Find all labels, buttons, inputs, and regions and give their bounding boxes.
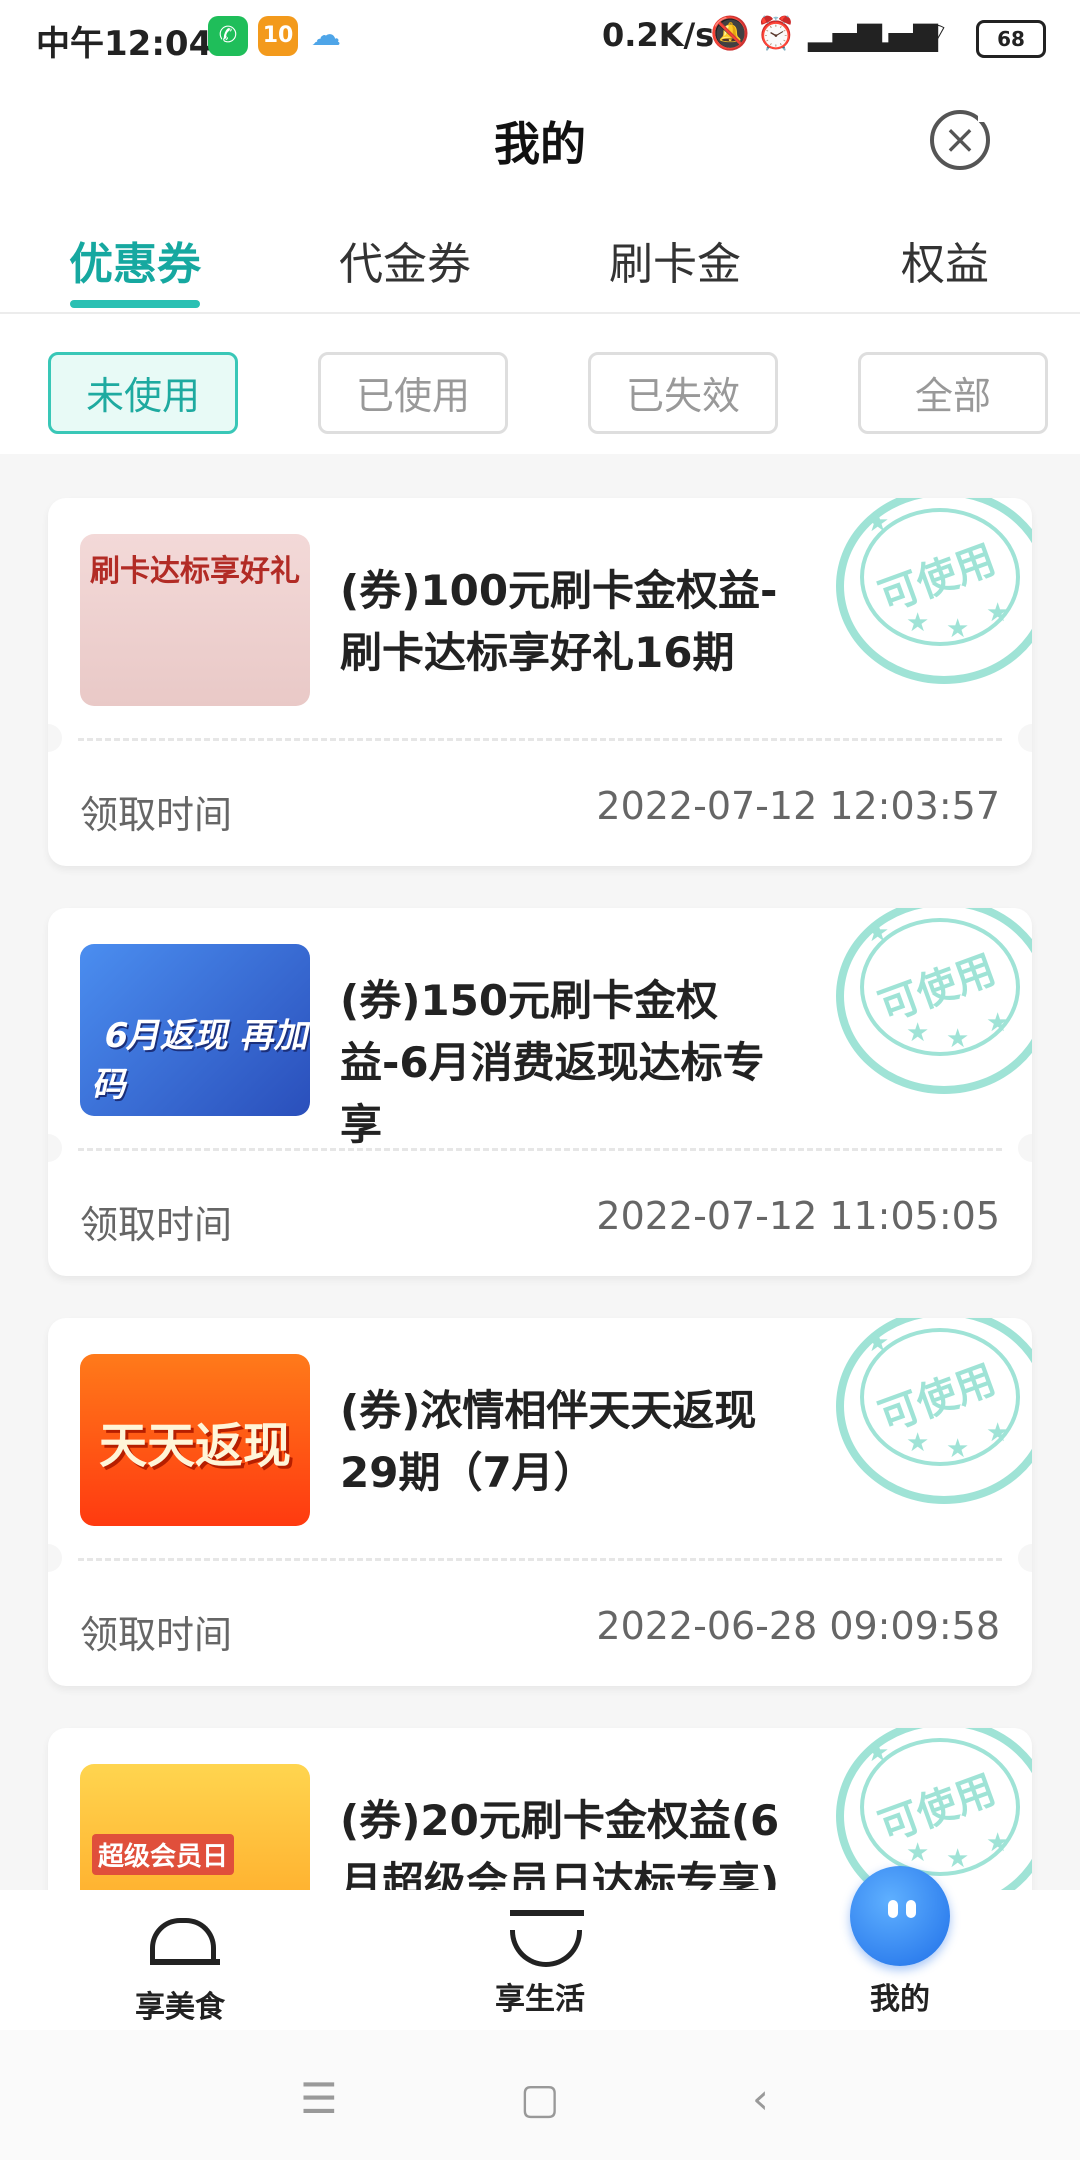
thumb-text: 刷卡达标享好礼: [90, 554, 300, 589]
status-time: 中午12:04: [36, 24, 213, 64]
receive-time-label: 领取时间: [80, 1613, 233, 1657]
app-orange-icon: 10: [258, 16, 298, 56]
home-icon[interactable]: ▢: [520, 2074, 560, 2123]
cloud-icon: ☁: [311, 18, 341, 53]
coupon-card[interactable]: 6月返现 再加码 (券)150元刷卡金权益-6月消费返现达标专享 ★ ★ ★ ★…: [48, 908, 1032, 1276]
food-cloche-icon: [150, 1918, 220, 1974]
receive-time-label: 领取时间: [80, 793, 233, 837]
close-circle-icon[interactable]: ×: [930, 110, 990, 170]
coupon-card[interactable]: 天天返现 (券)浓情相伴天天返现29期（7月） ★ ★ ★ ★ 可使用 领取时间…: [48, 1318, 1032, 1686]
thumb-text: 天天返现: [98, 1418, 291, 1474]
coupon-title: (券)150元刷卡金权益-6月消费返现达标专享: [340, 976, 765, 1149]
dashed-divider: [78, 1558, 1002, 1561]
tab-voucher[interactable]: 代金券: [270, 228, 540, 292]
menu-icon[interactable]: ☰: [300, 2074, 338, 2123]
tab-rights[interactable]: 权益: [810, 228, 1080, 292]
receive-time-value: 2022-06-28 09:09:58: [596, 1604, 1000, 1648]
avatar-icon[interactable]: [850, 1866, 950, 1966]
coupon-thumbnail: 6月返现 再加码: [80, 944, 310, 1116]
coupon-thumbnail: 刷卡达标享好礼: [80, 534, 310, 706]
filter-all[interactable]: 全部: [858, 352, 1048, 434]
available-stamp: ★ ★ ★ ★ 可使用: [836, 1318, 1032, 1504]
nav-label: 享生活: [495, 1982, 585, 2017]
nav-label: 我的: [870, 1982, 930, 2017]
mute-icon: 🔕: [710, 14, 750, 52]
system-nav: ☰ ▢ ‹: [0, 2030, 1080, 2160]
filter-unused[interactable]: 未使用: [48, 352, 238, 434]
coupon-title: (券)100元刷卡金权益-刷卡达标享好礼16期: [340, 566, 778, 677]
coupon-card[interactable]: 刷卡达标享好礼 (券)100元刷卡金权益-刷卡达标享好礼16期 ★ ★ ★ ★ …: [48, 498, 1032, 866]
dashed-divider: [78, 738, 1002, 741]
back-icon[interactable]: ‹: [752, 2074, 769, 2123]
receive-time-value: 2022-07-12 11:05:05: [596, 1194, 1000, 1238]
tab-underline: [70, 300, 200, 308]
bowl-icon: [510, 1910, 584, 1967]
nav-life[interactable]: 享生活: [440, 1910, 640, 2018]
coupon-title: (券)浓情相伴天天返现29期（7月）: [340, 1386, 757, 1497]
tab-coupon[interactable]: 优惠券: [0, 228, 270, 292]
thumb-text: 6月返现 再加码: [89, 1016, 310, 1105]
nav-label: 享美食: [135, 1990, 225, 2025]
thumb-text: 超级会员日: [92, 1834, 235, 1875]
dashed-divider: [78, 1148, 1002, 1151]
available-stamp: ★ ★ ★ ★ 可使用: [836, 908, 1032, 1094]
status-bar: 中午12:04 ✆ 10 ☁ 0.2K/s 🔕 ⏰ ▂▄▆ ▂▄▆ ⌔ 68: [0, 0, 1080, 78]
coupon-thumbnail: 天天返现: [80, 1354, 310, 1526]
receive-time-value: 2022-07-12 12:03:57: [596, 784, 1000, 828]
coupon-tabs: 优惠券 代金券 刷卡金 权益: [0, 228, 1080, 314]
alarm-icon: ⏰: [756, 14, 796, 52]
wifi-icon: ⌔: [920, 15, 951, 53]
nav-food[interactable]: 享美食: [80, 1910, 280, 2026]
receive-time-label: 领取时间: [80, 1203, 233, 1247]
available-stamp: ★ ★ ★ ★ 可使用: [836, 498, 1032, 684]
filter-used[interactable]: 已使用: [318, 352, 508, 434]
page-title: 我的: [494, 117, 586, 171]
tab-card-cash[interactable]: 刷卡金: [540, 228, 810, 292]
battery-indicator: 68: [976, 20, 1046, 58]
filter-expired[interactable]: 已失效: [588, 352, 778, 434]
wechat-icon: ✆: [208, 16, 248, 56]
net-speed: 0.2K/s: [602, 16, 715, 54]
